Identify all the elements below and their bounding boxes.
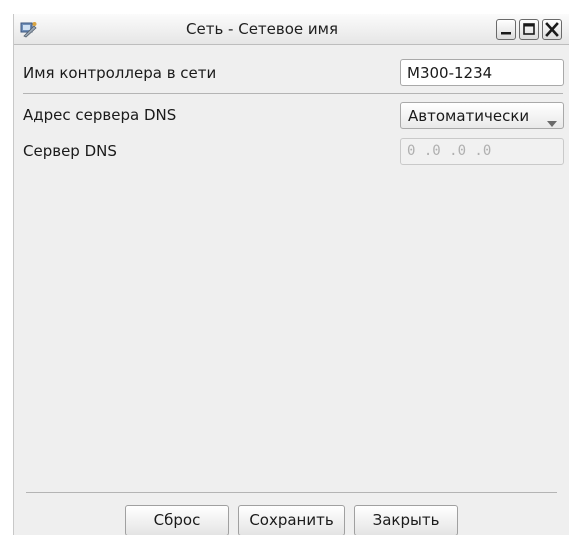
chevron-down-icon — [547, 113, 557, 131]
dns-mode-selected-value: Автоматически — [408, 107, 530, 125]
save-button[interactable]: Сохранить — [238, 505, 345, 535]
title-bar[interactable]: Сеть - Сетевое имя — [14, 14, 569, 45]
dns-server-label: Сервер DNS — [23, 142, 117, 160]
divider — [23, 93, 563, 94]
window-title: Сеть - Сетевое имя — [186, 20, 338, 38]
dns-server-ip-field: 0 .0 .0 .0 — [400, 138, 564, 165]
close-icon — [545, 22, 559, 37]
dns-address-label: Адрес сервера DNS — [23, 106, 177, 124]
divider — [26, 492, 557, 493]
minimize-icon — [501, 32, 511, 35]
network-settings-icon — [20, 20, 38, 38]
close-window-button[interactable] — [542, 19, 562, 40]
controller-name-label: Имя контроллера в сети — [23, 64, 217, 82]
close-button[interactable]: Закрыть — [354, 505, 458, 535]
minimize-button[interactable] — [496, 19, 516, 40]
controller-name-input[interactable] — [400, 59, 564, 86]
reset-button[interactable]: Сброс — [125, 505, 229, 535]
maximize-icon — [523, 23, 535, 35]
maximize-button[interactable] — [519, 19, 539, 40]
dialog-window: Сеть - Сетевое имя Имя контроллера в сет… — [13, 14, 569, 535]
dns-mode-select[interactable]: Автоматически — [400, 102, 564, 129]
